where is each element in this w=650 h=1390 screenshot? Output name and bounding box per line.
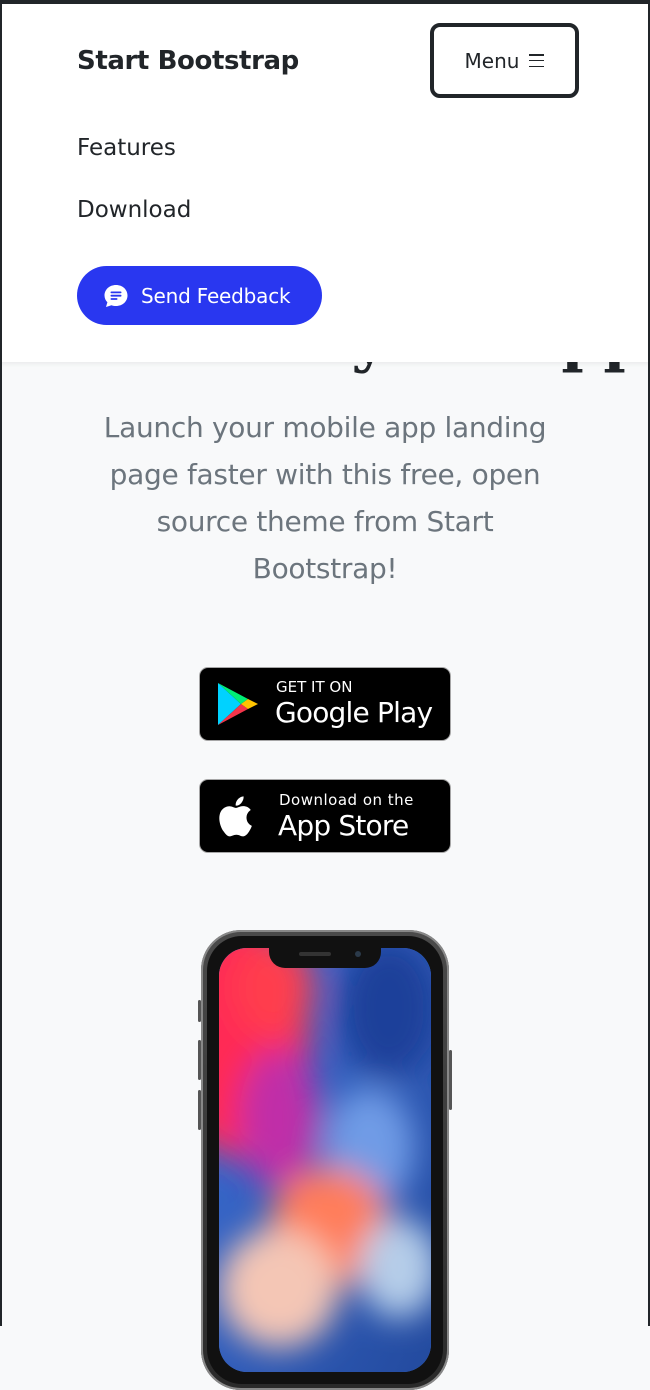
- phone-camera: [355, 951, 361, 957]
- phone-bezel: [207, 936, 443, 1384]
- chat-bubble-icon: [104, 284, 128, 307]
- send-feedback-label: Send Feedback: [141, 283, 291, 308]
- nav-link-features[interactable]: Features: [77, 133, 176, 163]
- app-store-badge[interactable]: Download on the App Store: [199, 779, 451, 853]
- hamburger-icon: [529, 54, 545, 67]
- phone-mockup: [198, 930, 452, 1390]
- google-play-icon: [218, 683, 258, 725]
- google-play-badge[interactable]: GET IT ON Google Play: [199, 667, 451, 741]
- hero-lead: Launch your mobile app landing page fast…: [103, 411, 547, 585]
- phone-side-button: [198, 1000, 201, 1022]
- phone-volume-up-button: [198, 1040, 201, 1080]
- app-store-small-text: Download on the: [279, 791, 414, 809]
- menu-toggle-label: Menu: [464, 48, 520, 73]
- phone-power-button: [449, 1050, 452, 1110]
- navbar: Start Bootstrap Menu Features Download S…: [0, 0, 650, 362]
- phone-screen: [219, 948, 431, 1372]
- phone-wallpaper: [219, 948, 431, 1372]
- nav-link-download[interactable]: Download: [77, 195, 191, 225]
- google-play-small-text: GET IT ON: [276, 678, 353, 696]
- phone-speaker: [299, 952, 331, 956]
- menu-toggle-button[interactable]: Menu: [430, 23, 579, 98]
- app-store-big-text: App Store: [278, 809, 409, 842]
- google-play-big-text: Google Play: [275, 696, 433, 729]
- navbar-brand[interactable]: Start Bootstrap: [77, 44, 299, 78]
- apple-icon: [219, 796, 252, 837]
- phone-volume-down-button: [198, 1090, 201, 1130]
- send-feedback-button[interactable]: Send Feedback: [77, 266, 322, 325]
- phone-notch: [269, 946, 381, 968]
